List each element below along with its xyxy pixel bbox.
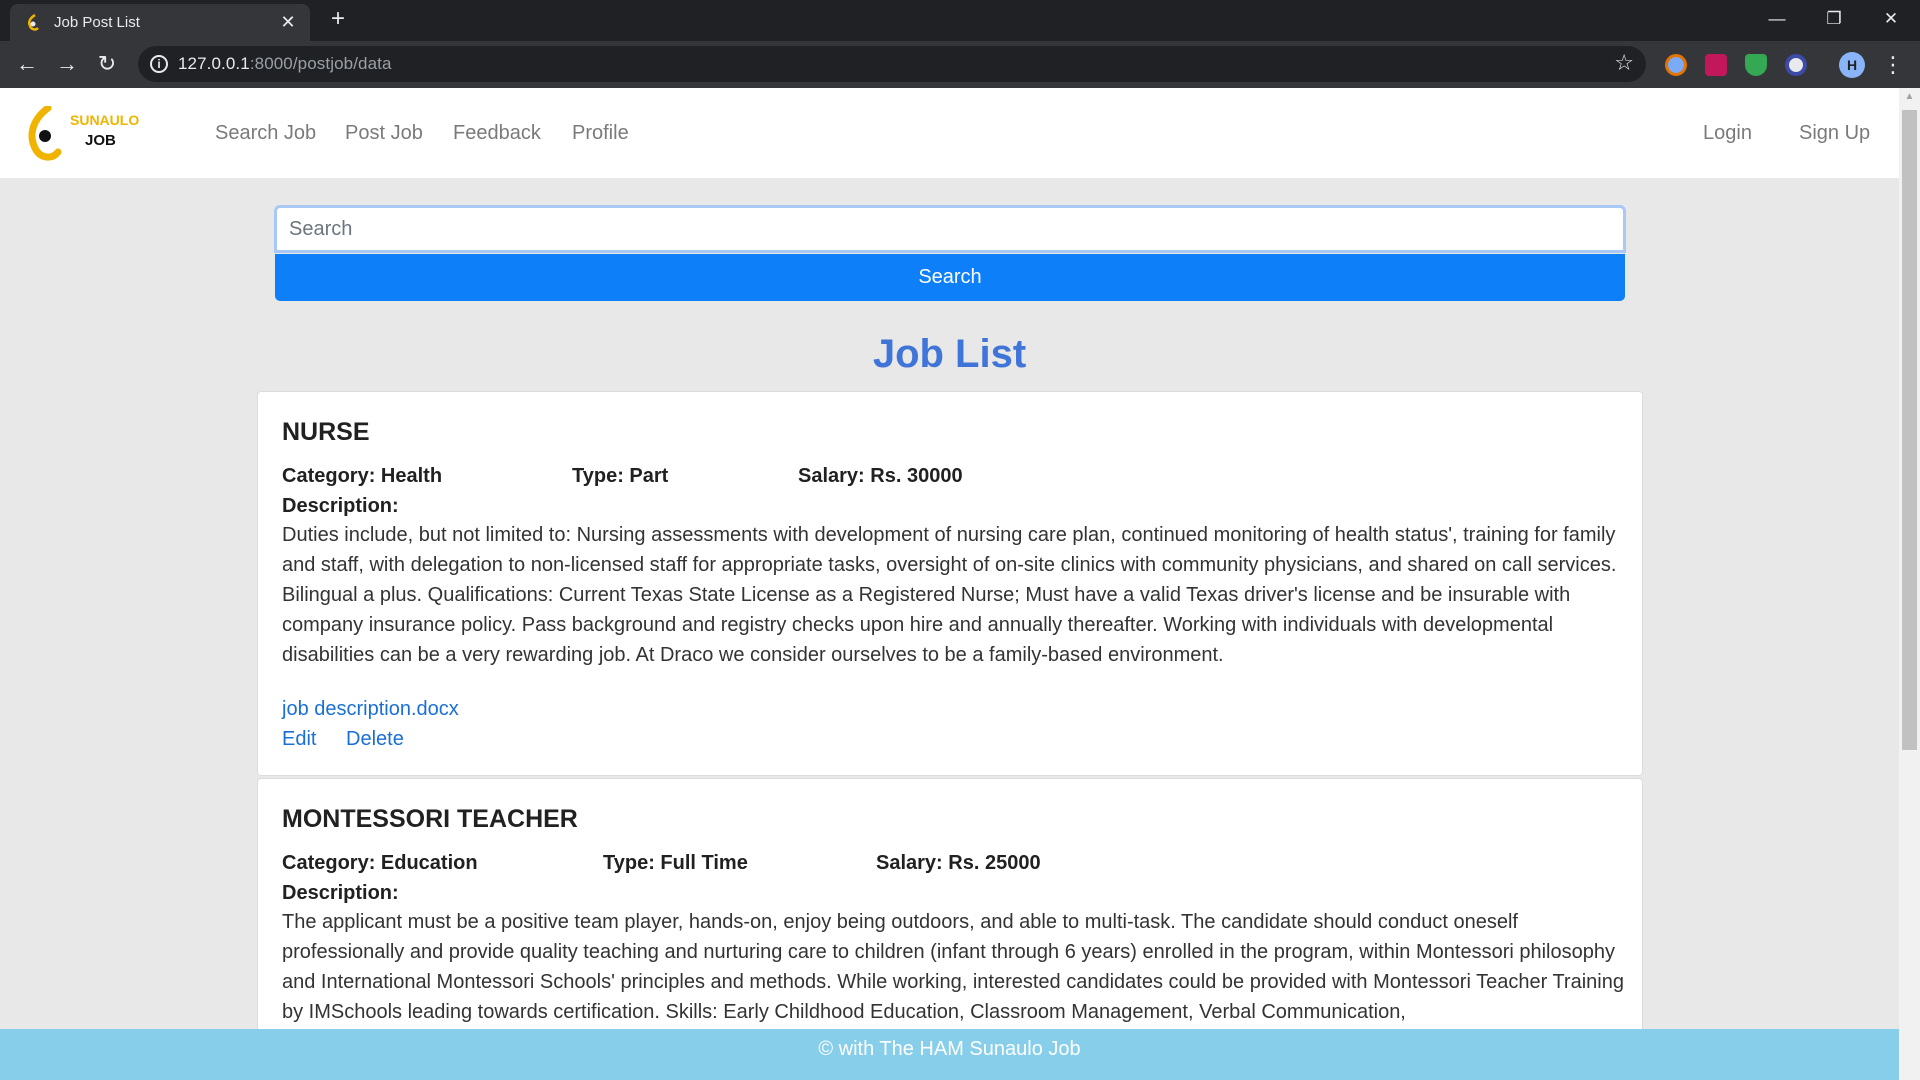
search-input[interactable] (274, 205, 1626, 253)
nav-signup[interactable]: Sign Up (1799, 122, 1870, 145)
restore-icon[interactable]: ❐ (1805, 0, 1863, 41)
browser-menu-icon[interactable]: ⋮ (1882, 51, 1904, 79)
job-card: NURSE Category: Health Type: Part Salary… (257, 391, 1643, 776)
extension-2-icon[interactable] (1705, 54, 1727, 76)
site-favicon-icon (27, 14, 39, 31)
tab-close-icon[interactable]: ✕ (276, 10, 300, 34)
logo-mark-icon (28, 106, 62, 161)
tab-title: Job Post List (54, 14, 140, 31)
job-category: Category: Health (282, 465, 443, 487)
job-description: The applicant must be a positive team pl… (282, 911, 1624, 1023)
job-title: MONTESSORI TEACHER (282, 805, 578, 833)
site-logo[interactable]: SUNAULO JOB (26, 106, 156, 162)
minimize-icon[interactable]: — (1748, 0, 1806, 41)
logo-text-top: SUNAULO (70, 112, 140, 128)
nav-search-job[interactable]: Search Job (215, 122, 316, 145)
description-label: Description: (282, 882, 399, 904)
nav-login[interactable]: Login (1703, 122, 1752, 145)
reload-icon[interactable]: ↻ (92, 49, 122, 79)
job-salary: Salary: Rs. 25000 (876, 852, 1041, 874)
job-category: Category: Education (282, 852, 478, 874)
browser-tab[interactable]: Job Post List ✕ (10, 4, 310, 41)
browser-tab-bar: Job Post List ✕ + — ❐ ✕ (0, 0, 1920, 41)
site-info-icon[interactable]: i (150, 55, 168, 73)
extension-1-icon[interactable] (1665, 54, 1687, 76)
new-tab-icon[interactable]: + (326, 7, 350, 32)
back-icon[interactable]: ← (12, 49, 42, 79)
site-footer: © with The HAM Sunaulo Job (0, 1029, 1899, 1080)
job-description: Duties include, but not limited to: Nurs… (282, 524, 1617, 666)
logo-text-bottom: JOB (85, 132, 116, 149)
job-type: Type: Part (572, 465, 669, 487)
close-window-icon[interactable]: ✕ (1862, 0, 1920, 41)
nav-feedback[interactable]: Feedback (453, 122, 541, 145)
job-salary: Salary: Rs. 30000 (798, 465, 963, 487)
shield-extension-icon[interactable] (1745, 54, 1767, 76)
job-title: NURSE (282, 418, 370, 446)
page-title: Job List (872, 332, 1027, 376)
search-button[interactable]: Search (275, 254, 1625, 301)
forward-icon[interactable]: → (52, 49, 82, 79)
scrollbar-thumb[interactable] (1902, 110, 1917, 750)
nav-post-job[interactable]: Post Job (345, 122, 423, 145)
url-text: 127.0.0.1:8000/postjob/data (178, 54, 392, 74)
delete-link[interactable]: Delete (346, 728, 404, 751)
description-label: Description: (282, 495, 399, 517)
edit-link[interactable]: Edit (282, 728, 316, 751)
scroll-up-icon[interactable]: ▲ (1899, 88, 1920, 106)
block-extension-icon[interactable] (1785, 54, 1807, 76)
job-document-link[interactable]: job description.docx (282, 698, 459, 721)
page-viewport: SUNAULO JOB Search Job Post Job Feedback… (0, 88, 1899, 1080)
nav-profile[interactable]: Profile (572, 122, 629, 145)
profile-avatar[interactable]: H (1839, 52, 1865, 78)
page-scrollbar[interactable]: ▲ (1899, 88, 1920, 1080)
url-path: :8000/postjob/data (249, 54, 392, 73)
url-host: 127.0.0.1 (178, 54, 250, 73)
bookmark-star-icon[interactable]: ☆ (1614, 50, 1634, 76)
site-navbar: SUNAULO JOB Search Job Post Job Feedback… (0, 88, 1899, 178)
job-type: Type: Full Time (603, 852, 748, 874)
browser-toolbar: ← → ↻ i 127.0.0.1:8000/postjob/data ☆ H … (0, 41, 1920, 88)
address-bar[interactable]: i 127.0.0.1:8000/postjob/data ☆ (138, 46, 1646, 82)
